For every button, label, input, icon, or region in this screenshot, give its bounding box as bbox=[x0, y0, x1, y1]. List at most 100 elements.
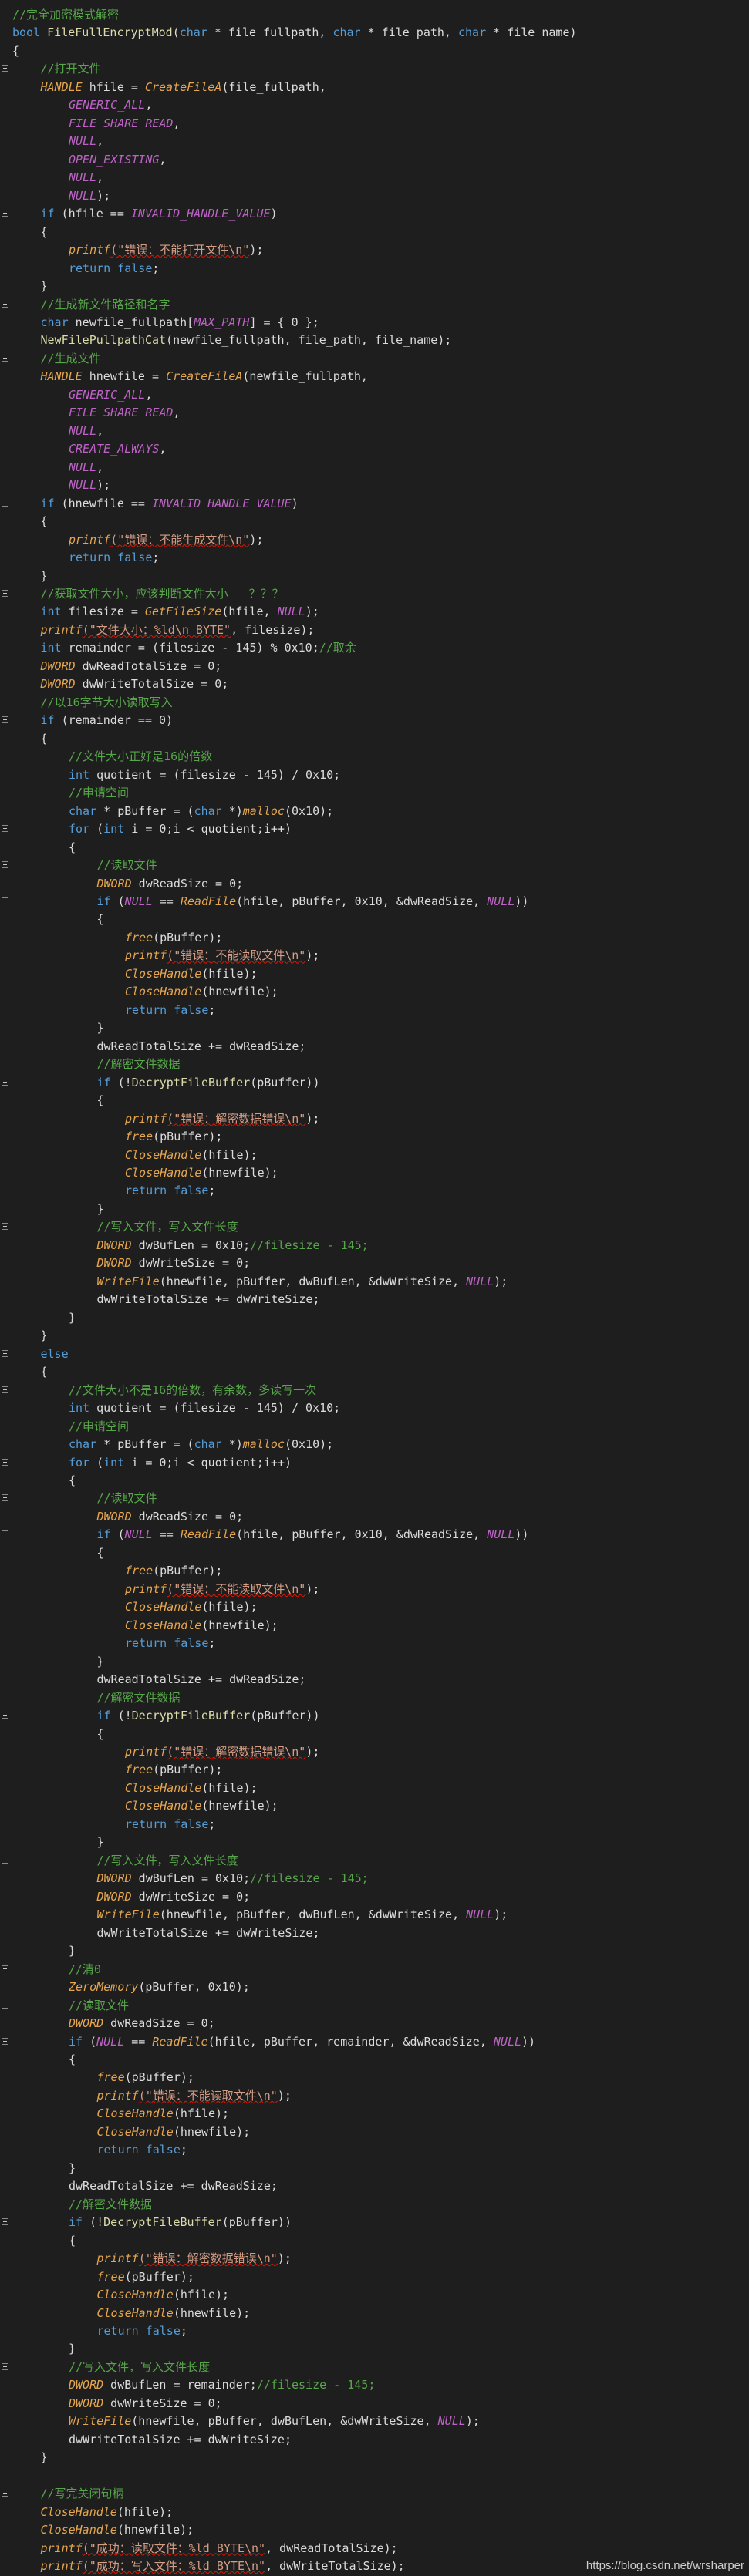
code-line[interactable]: dwWriteTotalSize += dwWriteSize; bbox=[0, 1291, 749, 1308]
fold-toggle-icon[interactable] bbox=[2, 861, 8, 869]
code-line[interactable]: CloseHandle(hnewfile); bbox=[0, 2123, 749, 2141]
code-line[interactable]: return false; bbox=[0, 1635, 749, 1652]
code-line[interactable]: DWORD dwWriteTotalSize = 0; bbox=[0, 675, 749, 693]
code-line[interactable]: //以16字节大小读取写入 bbox=[0, 694, 749, 712]
code-line[interactable]: printf("错误：不能读取文件\n"); bbox=[0, 947, 749, 965]
code-line[interactable]: WriteFile(hnewfile, pBuffer, dwBufLen, &… bbox=[0, 2413, 749, 2430]
code-line[interactable]: int quotient = (filesize - 145) / 0x10; bbox=[0, 766, 749, 784]
code-line[interactable]: dwReadTotalSize += dwReadSize; bbox=[0, 2177, 749, 2195]
code-line[interactable]: { bbox=[0, 1472, 749, 1490]
code-line[interactable]: //写入文件，写入文件长度 bbox=[0, 1218, 749, 1236]
code-line[interactable]: { bbox=[0, 513, 749, 530]
code-line[interactable]: OPEN_EXISTING, bbox=[0, 151, 749, 169]
code-line[interactable]: CloseHandle(hnewfile); bbox=[0, 1797, 749, 1815]
code-line[interactable]: //解密文件数据 bbox=[0, 2196, 749, 2214]
code-line[interactable]: CloseHandle(hnewfile); bbox=[0, 983, 749, 1001]
code-line[interactable]: NewFilePullpathCat(newfile_fullpath, fil… bbox=[0, 332, 749, 349]
code-line[interactable]: return false; bbox=[0, 549, 749, 567]
code-line[interactable]: else bbox=[0, 1345, 749, 1363]
fold-toggle-icon[interactable] bbox=[2, 1965, 8, 1972]
code-line[interactable]: CloseHandle(hnewfile); bbox=[0, 1617, 749, 1635]
code-line[interactable]: if (!DecryptFileBuffer(pBuffer)) bbox=[0, 2214, 749, 2231]
code-line[interactable]: if (hfile == INVALID_HANDLE_VALUE) bbox=[0, 205, 749, 223]
code-line[interactable]: //清0 bbox=[0, 1961, 749, 1978]
code-line[interactable]: { bbox=[0, 1363, 749, 1381]
code-line[interactable]: DWORD dwBufLen = remainder;//filesize - … bbox=[0, 2376, 749, 2394]
code-line[interactable]: dwWriteTotalSize += dwWriteSize; bbox=[0, 1924, 749, 1942]
code-line[interactable]: free(pBuffer); bbox=[0, 2069, 749, 2086]
code-line[interactable]: NULL); bbox=[0, 187, 749, 205]
code-line[interactable]: { bbox=[0, 1726, 749, 1743]
code-line[interactable]: char newfile_fullpath[MAX_PATH] = { 0 }; bbox=[0, 314, 749, 332]
code-line[interactable]: { bbox=[0, 2051, 749, 2069]
code-line[interactable]: //获取文件大小，应该判断文件大小 ？？？ bbox=[0, 585, 749, 603]
code-line[interactable]: { bbox=[0, 911, 749, 928]
code-line[interactable]: int remainder = (filesize - 145) % 0x10;… bbox=[0, 639, 749, 657]
code-line[interactable]: { bbox=[0, 1092, 749, 1110]
code-line[interactable]: if (hnewfile == INVALID_HANDLE_VALUE) bbox=[0, 495, 749, 513]
code-line[interactable]: DWORD dwReadSize = 0; bbox=[0, 1508, 749, 1526]
code-line[interactable]: GENERIC_ALL, bbox=[0, 96, 749, 114]
code-line[interactable]: return false; bbox=[0, 260, 749, 278]
code-line[interactable]: if (!DecryptFileBuffer(pBuffer)) bbox=[0, 1707, 749, 1725]
code-line[interactable]: //读取文件 bbox=[0, 857, 749, 874]
code-line[interactable]: printf("错误：解密数据错误\n"); bbox=[0, 1110, 749, 1128]
fold-toggle-icon[interactable] bbox=[2, 897, 8, 904]
code-line[interactable]: //申请空间 bbox=[0, 1418, 749, 1436]
code-line[interactable]: //文件大小不是16的倍数，有余数，多读写一次 bbox=[0, 1382, 749, 1399]
code-line[interactable]: CloseHandle(hfile); bbox=[0, 965, 749, 983]
code-line[interactable]: printf("错误：不能打开文件\n"); bbox=[0, 241, 749, 259]
fold-toggle-icon[interactable] bbox=[2, 1494, 8, 1502]
code-line[interactable]: { bbox=[0, 42, 749, 60]
code-line[interactable]: //解密文件数据 bbox=[0, 1689, 749, 1707]
code-line[interactable]: //打开文件 bbox=[0, 60, 749, 78]
code-line[interactable]: CloseHandle(hnewfile); bbox=[0, 2305, 749, 2322]
code-area[interactable]: //完全加密模式解密 bool FileFullEncryptMod(char *… bbox=[0, 6, 749, 2576]
code-line[interactable]: return false; bbox=[0, 2141, 749, 2159]
code-line[interactable]: CloseHandle(hfile); bbox=[0, 2286, 749, 2304]
code-line[interactable]: //读取文件 bbox=[0, 1997, 749, 2015]
code-line[interactable]: return false; bbox=[0, 2322, 749, 2340]
fold-toggle-icon[interactable] bbox=[2, 300, 8, 308]
fold-toggle-icon[interactable] bbox=[2, 29, 8, 36]
code-line[interactable]: //读取文件 bbox=[0, 1490, 749, 1507]
code-line[interactable]: char * pBuffer = (char *)malloc(0x10); bbox=[0, 1436, 749, 1453]
code-line[interactable]: bool FileFullEncryptMod(char * file_full… bbox=[0, 24, 749, 42]
code-line[interactable]: printf("错误：不能读取文件\n"); bbox=[0, 2087, 749, 2105]
code-line[interactable]: WriteFile(hnewfile, pBuffer, dwBufLen, &… bbox=[0, 1273, 749, 1291]
code-line[interactable]: free(pBuffer); bbox=[0, 2268, 749, 2286]
fold-toggle-icon[interactable] bbox=[2, 2037, 8, 2045]
code-line[interactable]: if (NULL == ReadFile(hfile, pBuffer, 0x1… bbox=[0, 893, 749, 911]
code-line[interactable]: NULL); bbox=[0, 476, 749, 494]
code-line[interactable]: printf("错误：解密数据错误\n"); bbox=[0, 2250, 749, 2268]
code-line[interactable]: CREATE_ALWAYS, bbox=[0, 440, 749, 458]
code-line[interactable]: //申请空间 bbox=[0, 784, 749, 802]
code-line[interactable]: for (int i = 0;i < quotient;i++) bbox=[0, 1454, 749, 1472]
code-line[interactable]: FILE_SHARE_READ, bbox=[0, 404, 749, 422]
code-line[interactable]: //完全加密模式解密 bbox=[0, 6, 749, 24]
code-line[interactable]: GENERIC_ALL, bbox=[0, 386, 749, 404]
code-line[interactable]: //写入文件，写入文件长度 bbox=[0, 2359, 749, 2376]
code-line[interactable]: { bbox=[0, 730, 749, 748]
fold-toggle-icon[interactable] bbox=[2, 2218, 8, 2226]
fold-toggle-icon[interactable] bbox=[2, 499, 8, 507]
code-line[interactable]: CloseHandle(hfile); bbox=[0, 1780, 749, 1797]
fold-toggle-icon[interactable] bbox=[2, 65, 8, 72]
code-line[interactable]: printf("文件大小：%ld\n BYTE", filesize); bbox=[0, 621, 749, 639]
code-line[interactable]: HANDLE hnewfile = CreateFileA(newfile_fu… bbox=[0, 368, 749, 386]
fold-toggle-icon[interactable] bbox=[2, 1530, 8, 1538]
code-line[interactable]: int filesize = GetFileSize(hfile, NULL); bbox=[0, 603, 749, 621]
code-editor[interactable]: //完全加密模式解密 bool FileFullEncryptMod(char *… bbox=[0, 0, 749, 2575]
code-line[interactable]: dwWriteTotalSize += dwWriteSize; bbox=[0, 2431, 749, 2449]
code-line[interactable]: DWORD dwReadTotalSize = 0; bbox=[0, 658, 749, 675]
code-line[interactable]: //写完关闭句柄 bbox=[0, 2485, 749, 2503]
code-line[interactable]: } bbox=[0, 1942, 749, 1960]
code-line[interactable]: CloseHandle(hfile); bbox=[0, 2504, 749, 2521]
code-line[interactable]: } bbox=[0, 2449, 749, 2467]
code-line[interactable]: } bbox=[0, 1309, 749, 1327]
code-line[interactable]: HANDLE hfile = CreateFileA(file_fullpath… bbox=[0, 79, 749, 96]
fold-toggle-icon[interactable] bbox=[2, 1712, 8, 1719]
fold-toggle-icon[interactable] bbox=[2, 2001, 8, 2009]
fold-toggle-icon[interactable] bbox=[2, 1223, 8, 1231]
code-line[interactable]: DWORD dwWriteSize = 0; bbox=[0, 2395, 749, 2413]
